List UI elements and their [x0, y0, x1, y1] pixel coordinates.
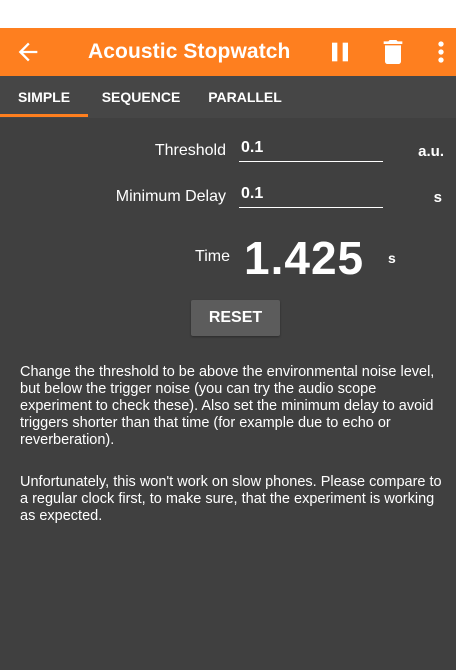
trash-icon[interactable]: [377, 36, 409, 68]
time-unit: s: [388, 250, 396, 266]
app-bar: Acoustic Stopwatch: [0, 28, 456, 76]
tab-parallel[interactable]: PARALLEL: [194, 76, 296, 118]
description-paragraph: Change the threshold to be above the env…: [20, 364, 435, 448]
time-value: 1.425: [244, 232, 365, 284]
back-arrow-icon[interactable]: [14, 38, 42, 66]
tab-simple[interactable]: SIMPLE: [0, 76, 88, 118]
threshold-input[interactable]: [239, 134, 383, 162]
time-label: Time: [195, 248, 230, 265]
more-vert-icon[interactable]: [425, 36, 456, 68]
tab-sequence[interactable]: SEQUENCE: [88, 76, 194, 118]
reset-button[interactable]: RESET: [191, 300, 280, 336]
warning-paragraph: Unfortunately, this won't work on slow p…: [20, 474, 442, 524]
threshold-unit: a.u.: [418, 143, 444, 160]
minimum-delay-label: Minimum Delay: [115, 188, 226, 205]
minimum-delay-input[interactable]: [239, 180, 383, 208]
app-title: Acoustic Stopwatch: [88, 40, 291, 63]
tab-bar: SIMPLE SEQUENCE PARALLEL: [0, 76, 456, 118]
minimum-delay-unit: s: [433, 189, 442, 206]
tab-selected-indicator: [0, 114, 88, 117]
pause-icon[interactable]: [324, 36, 356, 68]
threshold-label: Threshold: [154, 142, 226, 159]
stopwatch-screen: Acoustic Stopwatch SIMPLE SEQUENCE PARAL…: [0, 28, 456, 670]
